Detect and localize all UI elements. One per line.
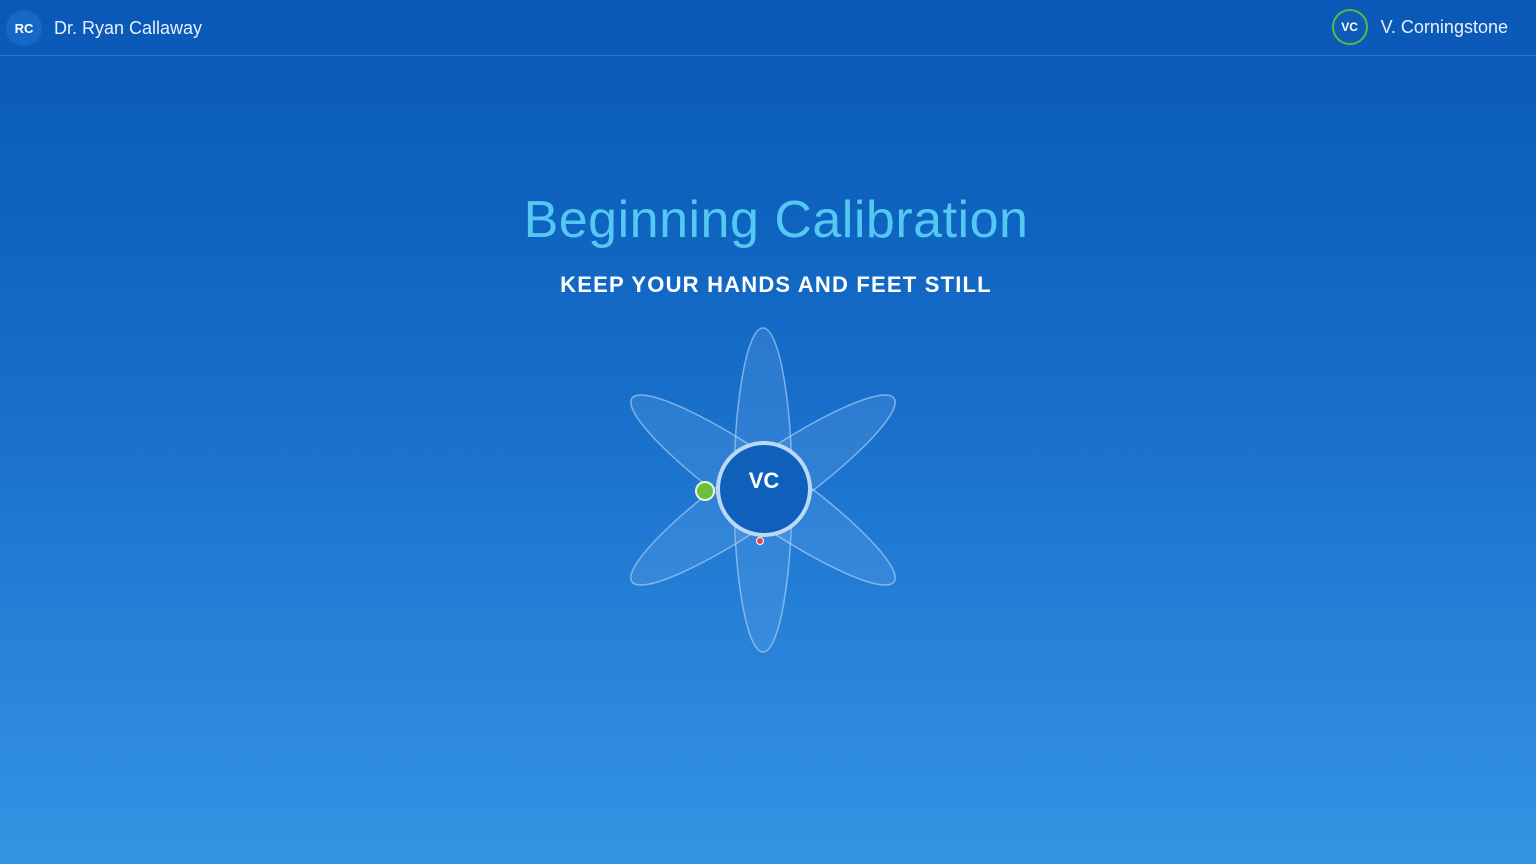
green-marker-dot bbox=[695, 481, 715, 501]
red-marker-dot bbox=[756, 537, 764, 545]
center-initials: VC bbox=[748, 468, 780, 493]
atom-orbit-icon bbox=[630, 327, 896, 653]
